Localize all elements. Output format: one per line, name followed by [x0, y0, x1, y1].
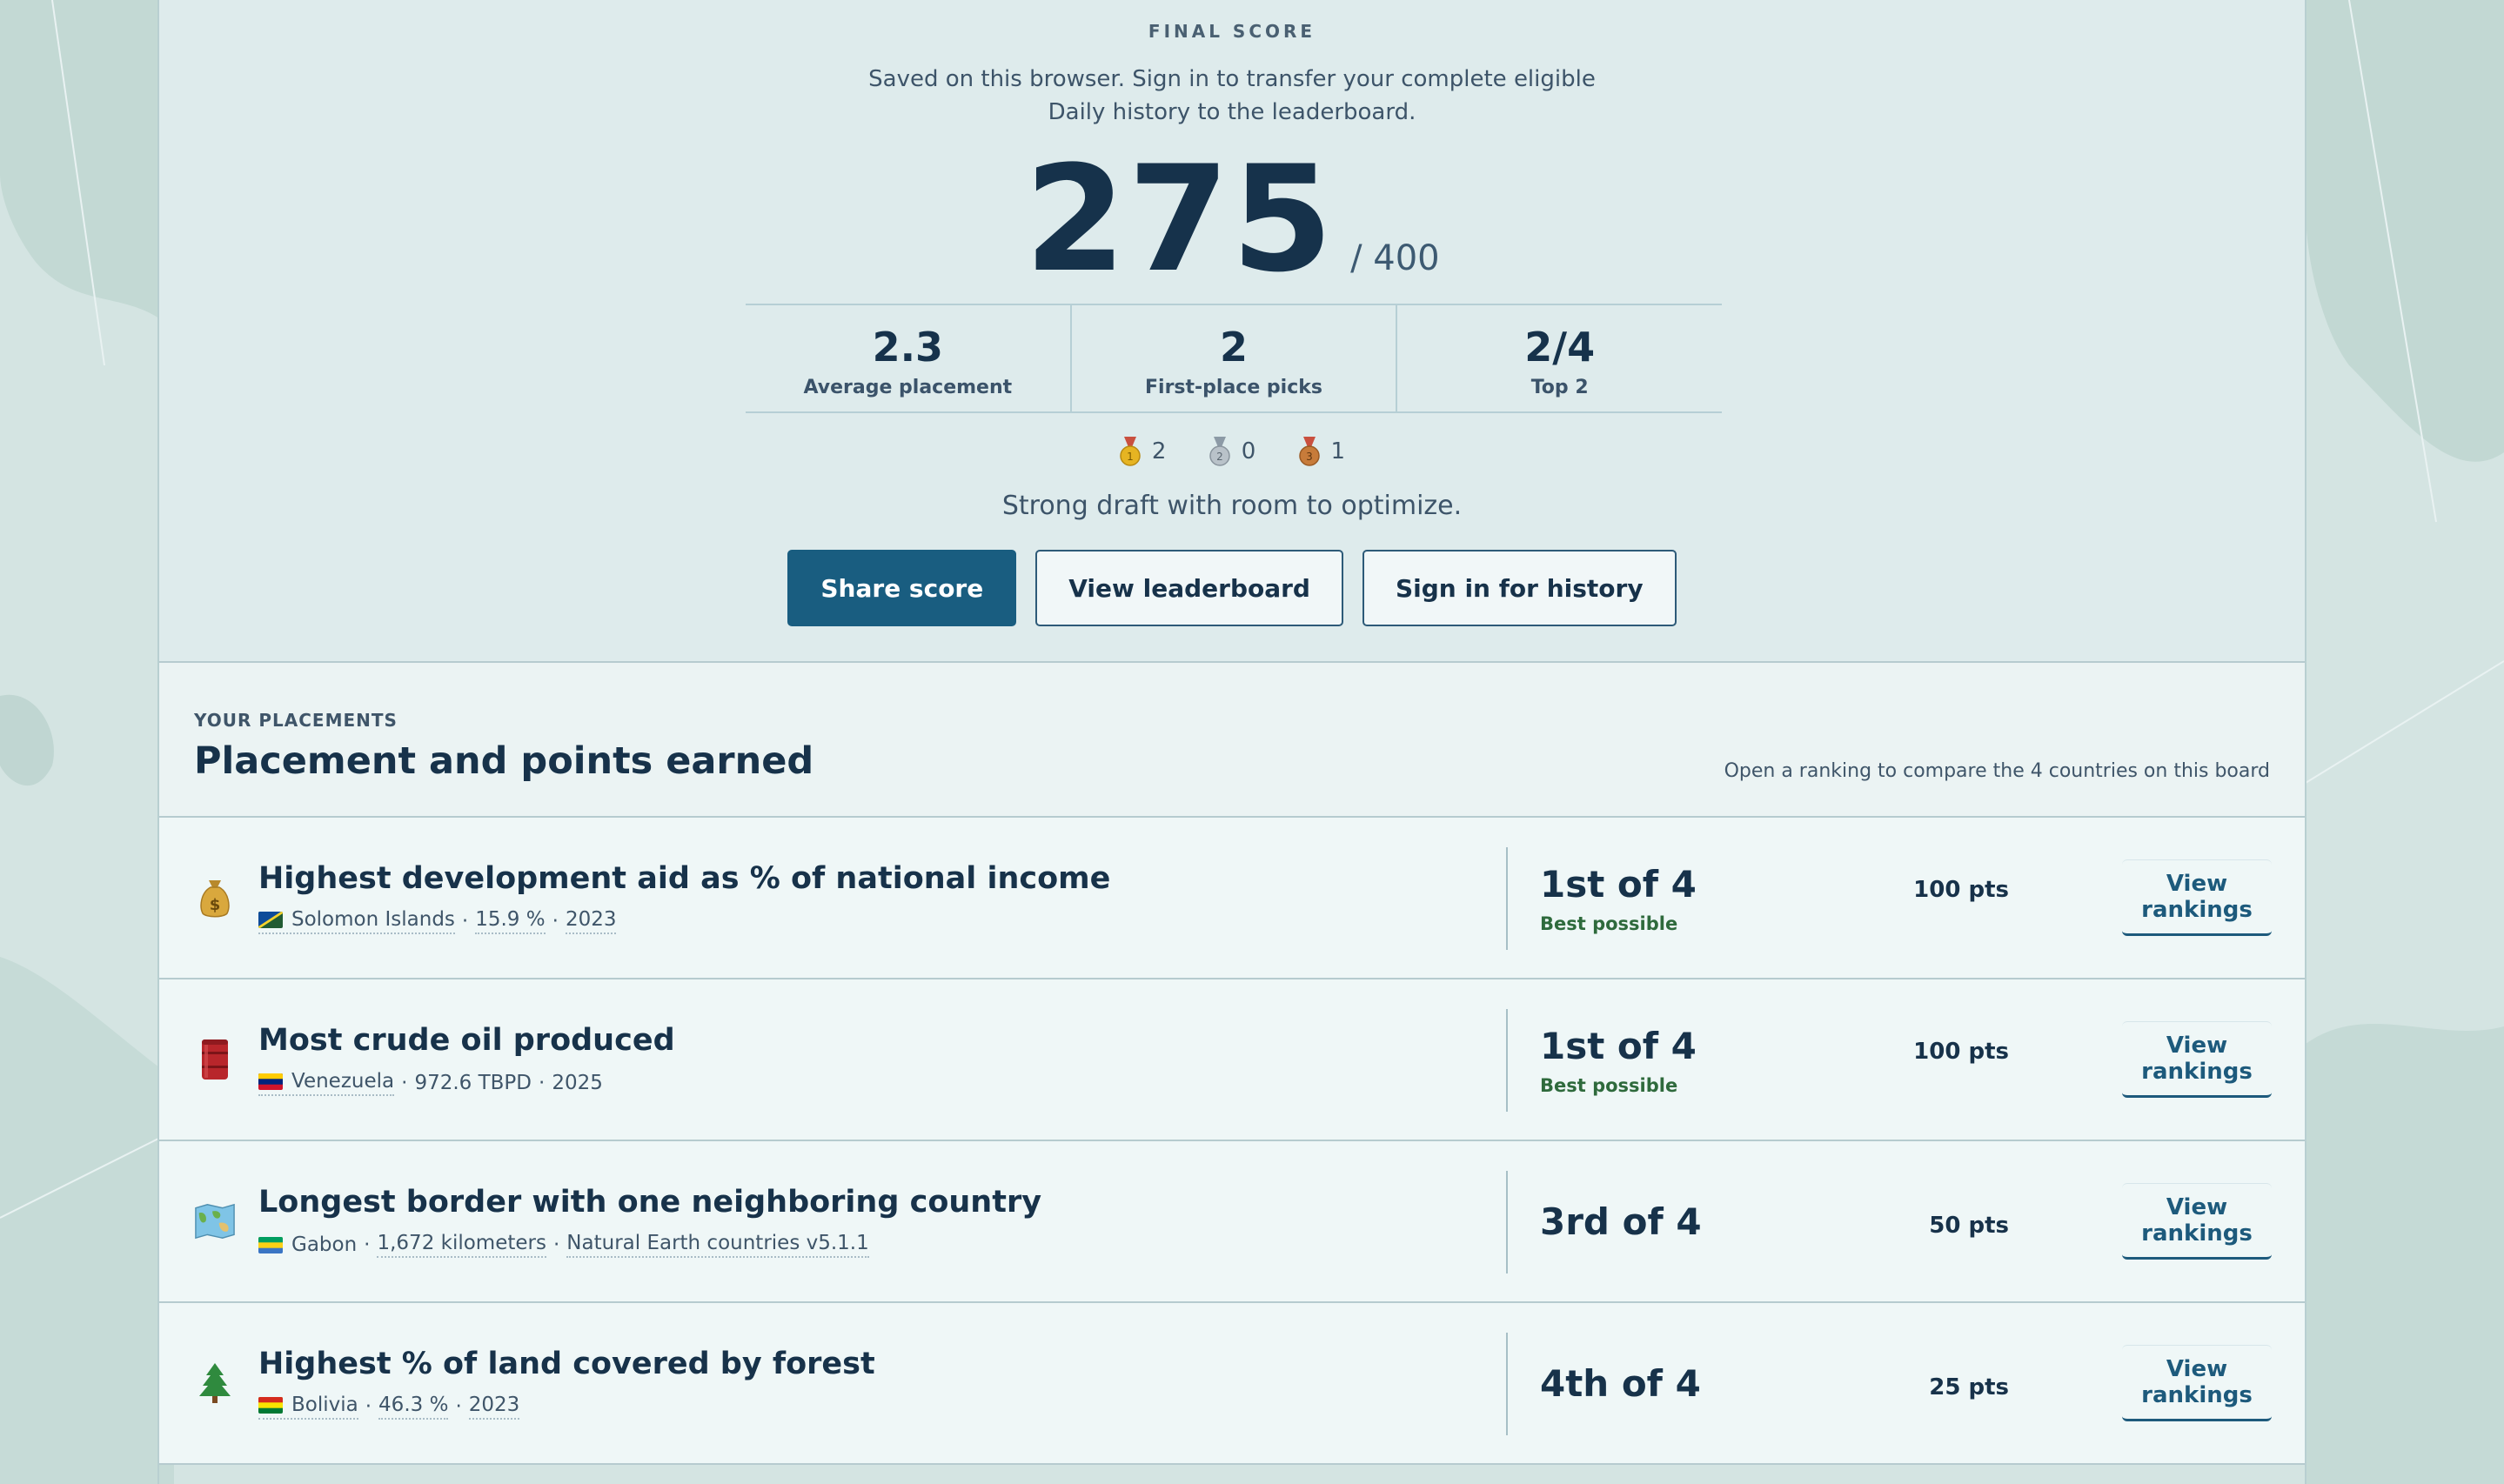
- sign-in-for-history-button[interactable]: Sign in for history: [1362, 550, 1677, 626]
- metric-source: 2023: [565, 908, 617, 934]
- row-divider: [1506, 847, 1508, 950]
- view-leaderboard-button[interactable]: View leaderboard: [1035, 550, 1343, 626]
- view-rankings-button[interactable]: View rankings: [2122, 1183, 2272, 1260]
- share-score-button[interactable]: Share score: [787, 550, 1017, 626]
- world-map-icon: [194, 1199, 236, 1244]
- stat-label: Average placement: [803, 377, 1013, 398]
- silver-medal-value: 0: [1241, 438, 1256, 465]
- stat-label: First-place picks: [1145, 377, 1322, 398]
- placement-rank: 1st of 4: [1540, 863, 1697, 906]
- placement-row: Longest border with one neighboring coun…: [159, 1141, 2305, 1303]
- country-name: Venezuela: [291, 1070, 395, 1093]
- medal-counts: 1 2 2 0 3 1: [159, 437, 2305, 472]
- metric-source: 2023: [468, 1394, 520, 1420]
- row-divider: [1506, 1333, 1508, 1435]
- placements-hint: Open a ranking to compare the 4 countrie…: [1724, 760, 2270, 782]
- gold-medal-count: 1 2: [1119, 437, 1167, 466]
- stat-first-place-picks: 2 First-place picks: [1072, 305, 1398, 411]
- svg-text:2: 2: [1216, 451, 1223, 463]
- row-divider: [1506, 1009, 1508, 1112]
- stat-label: Top 2: [1530, 377, 1589, 398]
- points-earned: 25 pts: [1929, 1374, 2009, 1400]
- metric-source: Natural Earth countries v5.1.1: [566, 1232, 869, 1258]
- points-earned: 50 pts: [1929, 1213, 2009, 1239]
- svg-text:1: 1: [1127, 451, 1134, 463]
- placements-list: $ Highest development aid as % of nation…: [159, 818, 2305, 1465]
- metric-value: 46.3 %: [378, 1394, 449, 1420]
- metric-value: 15.9 %: [475, 908, 546, 934]
- placement-row: Most crude oil produced Venezuela · 972.…: [159, 979, 2305, 1141]
- stat-value: 2/4: [1524, 324, 1596, 371]
- metric-value: 972.6 TBPD: [414, 1072, 532, 1094]
- category-meta: Venezuela · 972.6 TBPD · 2025: [258, 1070, 603, 1096]
- metric-source: 2025: [552, 1072, 603, 1094]
- silver-medal-count: 2 0: [1208, 437, 1256, 466]
- category-title: Highest development aid as % of national…: [258, 861, 1111, 896]
- category-title: Longest border with one neighboring coun…: [258, 1185, 1042, 1220]
- silver-medal-icon: 2: [1208, 437, 1230, 466]
- bolivia-flag-icon: [258, 1396, 283, 1414]
- country-name: Bolivia: [291, 1394, 358, 1416]
- final-score-eyebrow: FINAL SCORE: [1148, 21, 1316, 42]
- placement-note: Best possible: [1540, 913, 1678, 934]
- country-link[interactable]: Venezuela: [258, 1070, 395, 1096]
- category-meta: Bolivia · 46.3 % · 2023: [258, 1394, 520, 1420]
- oil-barrel-icon: [194, 1037, 236, 1082]
- placement-rank: 4th of 4: [1540, 1362, 1701, 1405]
- category-title: Highest % of land covered by forest: [258, 1347, 875, 1381]
- gabon-flag-icon: [258, 1236, 283, 1253]
- solomon-islands-flag-icon: [258, 911, 283, 928]
- country-name: Solomon Islands: [291, 908, 455, 931]
- view-rankings-button[interactable]: View rankings: [2122, 1021, 2272, 1098]
- gold-medal-icon: 1: [1120, 437, 1141, 466]
- score-out-of: / 400: [1350, 238, 1440, 278]
- placement-rank: 3rd of 4: [1540, 1200, 1702, 1243]
- placements-title: Placement and points earned: [194, 739, 814, 783]
- svg-text:$: $: [210, 896, 221, 914]
- score-actions: Share score View leaderboard Sign in for…: [159, 550, 2305, 626]
- final-score-section: FINAL SCORE Saved on this browser. Sign …: [159, 0, 2305, 663]
- placement-row: $ Highest development aid as % of nation…: [159, 818, 2305, 979]
- country-link[interactable]: Gabon: [258, 1233, 357, 1256]
- category-meta: Gabon · 1,672 kilometers · Natural Earth…: [258, 1232, 869, 1258]
- metric-value: 1,672 kilometers: [377, 1232, 546, 1258]
- bronze-medal-count: 3 1: [1298, 437, 1346, 466]
- placement-row: Highest % of land covered by forest Boli…: [159, 1303, 2305, 1465]
- category-meta: Solomon Islands · 15.9 % · 2023: [258, 908, 617, 934]
- money-bag-icon: $: [194, 875, 236, 920]
- bronze-medal-icon: 3: [1298, 437, 1320, 466]
- stat-value: 2: [1220, 324, 1249, 371]
- stat-average-placement: 2.3 Average placement: [746, 305, 1072, 411]
- view-rankings-button[interactable]: View rankings: [2122, 1345, 2272, 1421]
- row-divider: [1506, 1171, 1508, 1273]
- stat-value: 2.3: [872, 324, 944, 371]
- category-title: Most crude oil produced: [258, 1023, 675, 1058]
- results-panel: FINAL SCORE Saved on this browser. Sign …: [157, 0, 2306, 1484]
- country-link[interactable]: Solomon Islands: [258, 908, 455, 934]
- svg-text:3: 3: [1306, 451, 1313, 463]
- points-earned: 100 pts: [1913, 1039, 2009, 1065]
- bronze-medal-value: 1: [1330, 438, 1346, 465]
- view-rankings-button[interactable]: View rankings: [2122, 859, 2272, 936]
- stats-strip: 2.3 Average placement 2 First-place pick…: [746, 304, 1722, 413]
- points-earned: 100 pts: [1913, 877, 2009, 903]
- placements-eyebrow: YOUR PLACEMENTS: [194, 710, 398, 731]
- placements-header: YOUR PLACEMENTS Placement and points ear…: [159, 663, 2305, 818]
- saved-note: Saved on this browser. Sign in to transf…: [868, 66, 1596, 125]
- big-score: 275/ 400: [159, 146, 2305, 292]
- gold-medal-value: 2: [1151, 438, 1167, 465]
- stat-top-2: 2/4 Top 2: [1397, 305, 1722, 411]
- country-link[interactable]: Bolivia: [258, 1394, 358, 1420]
- country-name: Gabon: [291, 1233, 358, 1256]
- venezuela-flag-icon: [258, 1073, 283, 1090]
- verdict-text: Strong draft with room to optimize.: [1001, 491, 1463, 521]
- placement-rank: 1st of 4: [1540, 1025, 1697, 1067]
- evergreen-tree-icon: [194, 1360, 236, 1406]
- score-value: 275: [1024, 134, 1336, 304]
- placement-note: Best possible: [1540, 1075, 1678, 1096]
